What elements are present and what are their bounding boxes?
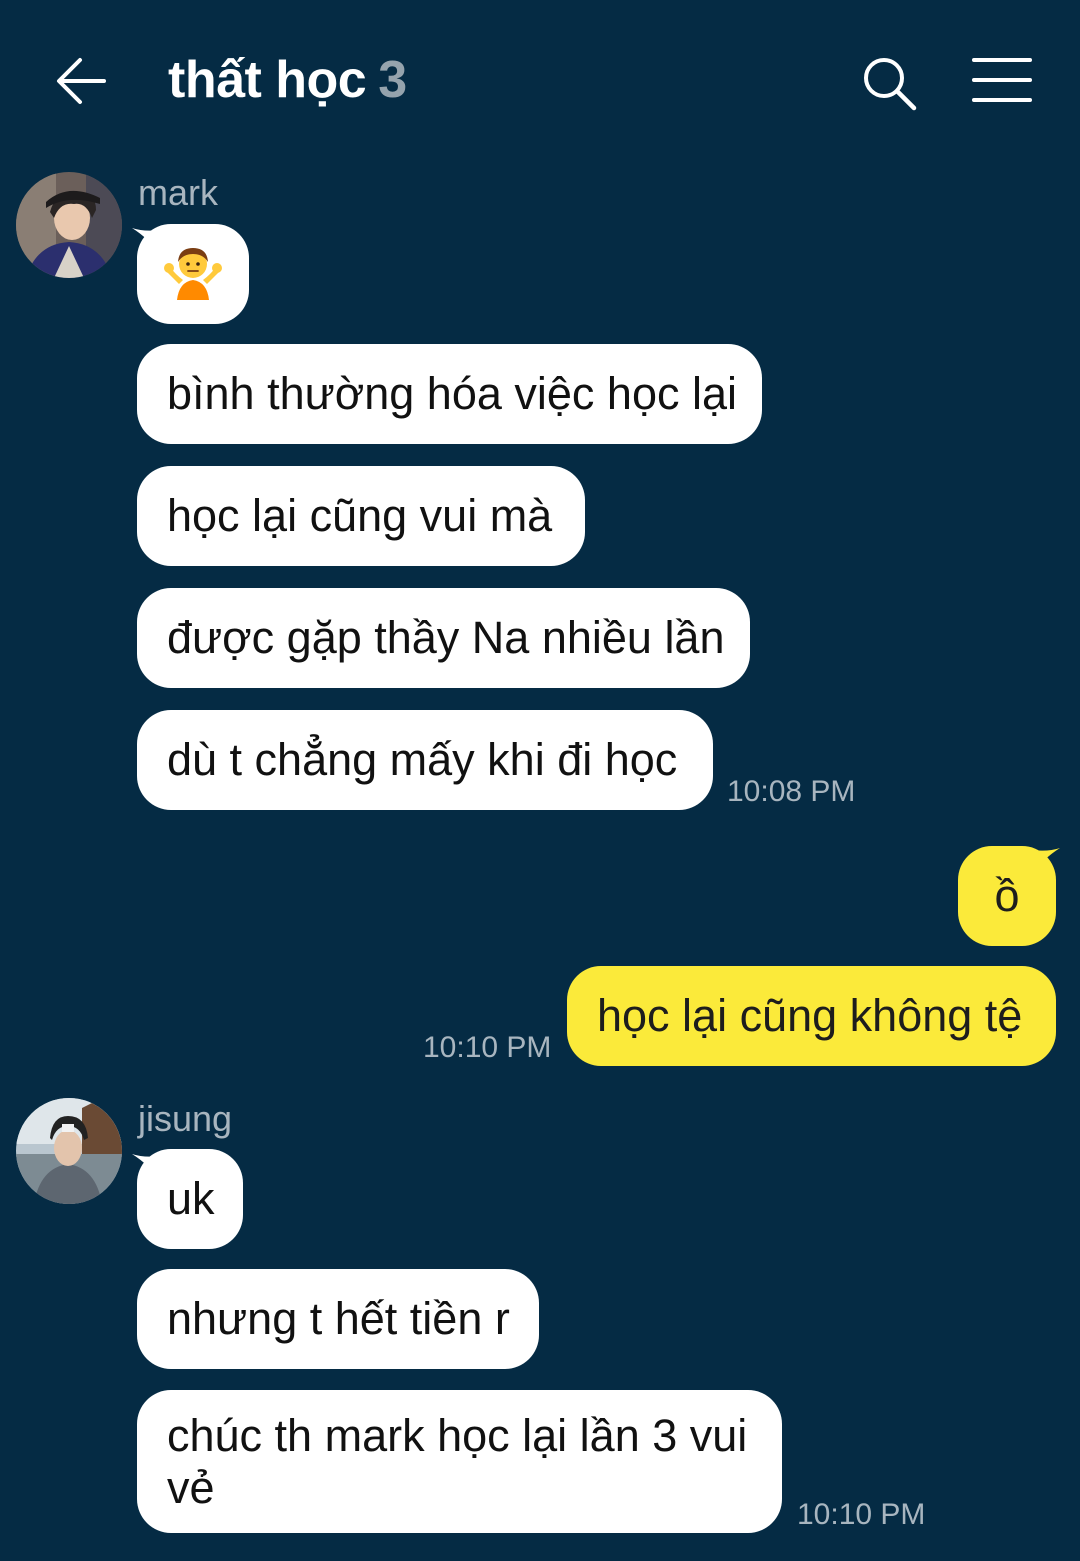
message-bubble[interactable]: nhưng t hết tiền r	[137, 1269, 539, 1369]
message-timestamp: 10:08 PM	[727, 775, 856, 808]
avatar-jisung[interactable]	[16, 1098, 122, 1204]
message-bubble[interactable]: dù t chẳng mấy khi đi học	[137, 710, 713, 810]
search-button[interactable]	[858, 52, 920, 114]
message-bubble[interactable]: chúc th mark học lại lần 3 vui vẻ	[137, 1390, 782, 1533]
chat-header: thất học 3	[0, 0, 1080, 160]
back-button[interactable]	[46, 46, 116, 116]
arrow-left-icon	[57, 58, 106, 104]
member-count: 3	[378, 51, 407, 109]
message-timestamp: 10:10 PM	[423, 1031, 552, 1064]
message-bubble[interactable]: học lại cũng vui mà	[137, 466, 585, 566]
my-message-bubble[interactable]: học lại cũng không tệ	[567, 966, 1056, 1066]
message-bubble[interactable]: bình thường hóa việc học lại	[137, 344, 762, 444]
chat-room-name: thất học	[168, 51, 367, 109]
hamburger-menu-icon	[972, 58, 1032, 102]
sender-name: mark	[138, 172, 218, 213]
menu-button[interactable]	[970, 54, 1034, 110]
user-avatar-icon	[16, 1098, 122, 1204]
avatar-mark[interactable]	[16, 172, 122, 278]
message-bubble[interactable]: uk	[137, 1149, 243, 1249]
chat-screen: thất học 3 mark bình thường hóa việc học…	[0, 0, 1080, 1561]
person-shrugging-emoji-icon	[164, 248, 222, 300]
message-timestamp: 10:10 PM	[797, 1498, 926, 1531]
message-bubble-emoji[interactable]	[137, 224, 249, 324]
sender-name: jisung	[138, 1098, 233, 1139]
chat-title[interactable]: thất học 3	[168, 50, 407, 120]
message-bubble[interactable]: được gặp thầy Na nhiều lần	[137, 588, 750, 688]
my-message-bubble[interactable]: ồ	[958, 846, 1056, 946]
search-icon	[864, 58, 917, 111]
user-avatar-icon	[16, 172, 122, 278]
